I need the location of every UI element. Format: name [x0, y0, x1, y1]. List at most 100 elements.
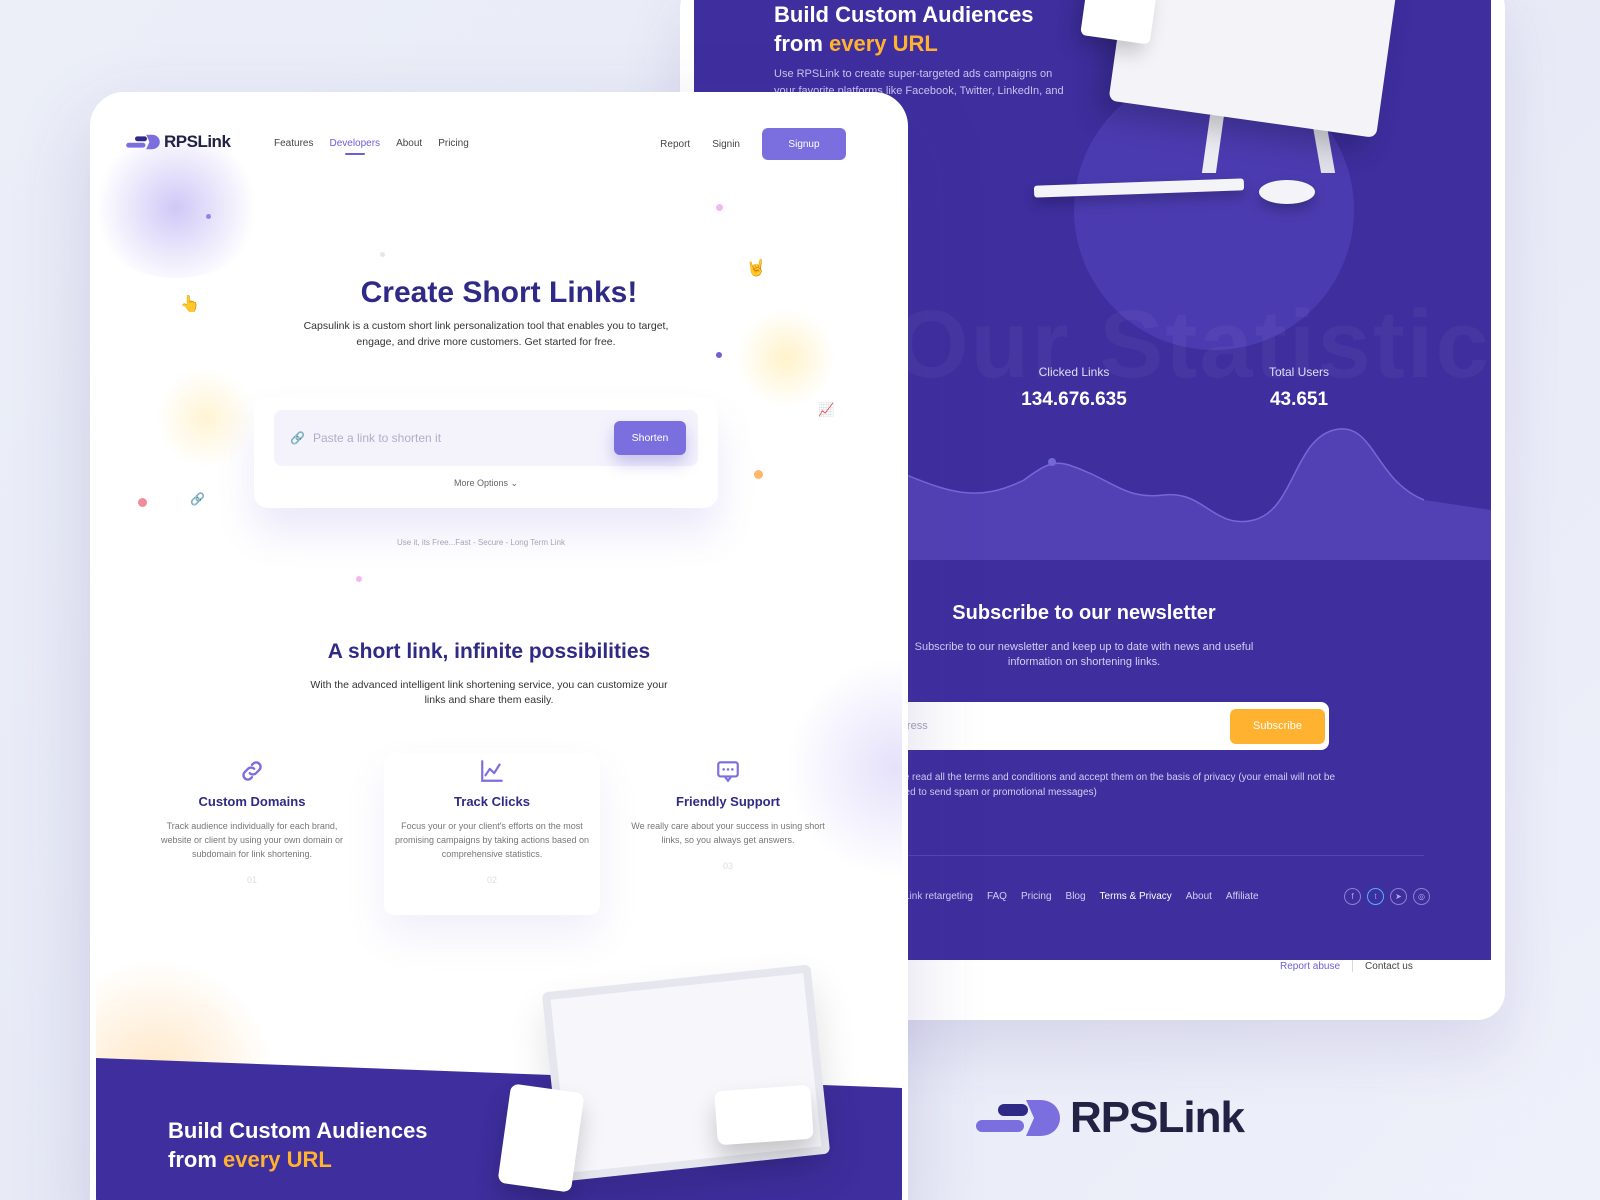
audiences-heading-line2: from every URL — [774, 29, 1074, 58]
subscribe-button[interactable]: Subscribe — [1230, 708, 1325, 744]
brand-logo[interactable]: RPSLink — [126, 132, 231, 152]
rock-hand-icon: 🤘 — [746, 260, 766, 277]
decor-dot — [380, 252, 385, 257]
nav-link-developers[interactable]: Developers — [329, 138, 380, 155]
shorten-button[interactable]: Shorten — [614, 421, 686, 455]
telegram-icon[interactable]: ➤ — [1390, 888, 1407, 905]
device-illustration — [541, 964, 831, 1182]
landing-page: 👆 🤘 📈 🔗 RPSLink Features Developers Abou… — [96, 98, 902, 1200]
shorten-footnote: Use it, its Free...Fast - Secure - Long … — [397, 538, 565, 547]
nav-link-about[interactable]: About — [396, 138, 422, 155]
feature-description: Focus your or your client's efforts on t… — [394, 821, 590, 859]
stat-label: Clicked Links — [1038, 365, 1110, 379]
audiences-heading-line1: Build Custom Audiences — [168, 1118, 428, 1143]
newsletter-title: Subscribe to our newsletter — [952, 602, 1216, 624]
feature-track-clicks: Track Clicks Focus your or your client's… — [392, 758, 592, 885]
chart-icon — [392, 758, 592, 784]
signin-link[interactable]: Signin — [712, 139, 740, 150]
audiences-heading-prefix: from — [168, 1147, 223, 1172]
contact-us-link[interactable]: Contact us — [1365, 961, 1413, 972]
section-title: A short link, infinite possibilities — [327, 640, 651, 663]
audiences-heading-accent: every URL — [223, 1147, 332, 1172]
mouse-illustration — [1259, 180, 1315, 204]
instagram-icon[interactable]: ◎ — [1413, 888, 1430, 905]
decor-glow — [156, 368, 256, 468]
chart-up-icon: 📈 — [818, 402, 835, 417]
audiences-heading-prefix: from — [774, 31, 829, 56]
floating-card-illustration — [714, 1084, 814, 1146]
feature-number: 02 — [486, 875, 497, 885]
floating-card-illustration — [1080, 0, 1158, 45]
brand-name: RPSLink — [164, 132, 231, 151]
footer-link-blog[interactable]: Blog — [1066, 891, 1086, 902]
feature-title: Friendly Support — [676, 794, 780, 809]
feature-number: 03 — [722, 861, 733, 871]
audiences-heading-line1: Build Custom Audiences — [774, 2, 1034, 27]
chart-point — [1048, 458, 1056, 466]
nav-actions: Report Signin Signup — [660, 128, 846, 160]
newsletter-form: Subscribe — [844, 702, 1329, 750]
decor-glow — [736, 308, 836, 408]
hero-title: Create Short Links! — [360, 276, 638, 309]
facebook-icon[interactable]: f — [1344, 888, 1361, 905]
decor-dot — [716, 204, 723, 211]
stat-value: 43.651 — [1269, 389, 1329, 410]
signup-button[interactable]: Signup — [762, 128, 846, 160]
shorten-field: 🔗 Shorten — [274, 410, 698, 466]
landing-page-panel: 👆 🤘 📈 🔗 RPSLink Features Developers Abou… — [90, 92, 908, 1200]
footer-link-affiliate[interactable]: Affiliate — [1226, 891, 1259, 902]
statistics-watermark: Our Statistics — [894, 290, 1491, 400]
decor-dot — [356, 576, 362, 582]
decor-dot — [206, 214, 211, 219]
hero-description: Capsulink is a custom short link persona… — [303, 320, 669, 348]
footer-link-about[interactable]: About — [1186, 891, 1212, 902]
footer-link-pricing[interactable]: Pricing — [1021, 891, 1052, 902]
decor-dot — [754, 470, 763, 479]
twitter-icon[interactable]: t — [1367, 888, 1384, 905]
report-link[interactable]: Report — [660, 139, 690, 150]
link-icon: 🔗 — [290, 431, 305, 445]
audiences-heading-accent: every URL — [829, 31, 938, 56]
stat-clicked-links: Clicked Links 134.676.635 — [994, 365, 1154, 411]
rpslink-logo-icon — [976, 1100, 1060, 1136]
nav-link-features[interactable]: Features — [274, 138, 313, 155]
footer-nav: Link retargeting FAQ Pricing Blog Terms … — [904, 891, 1259, 902]
section-description: With the advanced intelligent link short… — [310, 679, 668, 706]
feature-description: Track audience individually for each bra… — [160, 821, 344, 859]
footer-divider — [894, 855, 1424, 856]
nav-links: Features Developers About Pricing — [274, 138, 469, 155]
footer-link-link-retargeting[interactable]: Link retargeting — [904, 891, 973, 902]
audiences-heading-line2: from every URL — [168, 1145, 468, 1174]
shorten-link-card: 🔗 Shorten More Options ⌄ — [254, 398, 718, 508]
newsletter-description: Subscribe to our newsletter and keep up … — [914, 641, 1254, 668]
footer-link-faq[interactable]: FAQ — [987, 891, 1007, 902]
top-nav: RPSLink Features Developers About Pricin… — [126, 128, 846, 164]
decor-dot — [138, 498, 147, 507]
more-options-toggle[interactable]: More Options ⌄ — [254, 478, 718, 489]
chat-icon — [628, 758, 828, 784]
link-separator — [1352, 960, 1354, 972]
brand-logo-large: RPSLink — [976, 1093, 1245, 1143]
shorten-url-input[interactable] — [312, 431, 614, 445]
newsletter-terms: I've read all the terms and conditions a… — [894, 772, 1336, 798]
feature-title: Custom Domains — [198, 794, 306, 809]
rpslink-logo-icon — [126, 134, 160, 150]
footer-link-terms-privacy[interactable]: Terms & Privacy — [1100, 891, 1172, 902]
report-abuse-link[interactable]: Report abuse — [1280, 961, 1340, 972]
feature-custom-domains: Custom Domains Track audience individual… — [152, 758, 352, 885]
nav-link-pricing[interactable]: Pricing — [438, 138, 469, 155]
brand-name: RPSLink — [1070, 1093, 1245, 1142]
stat-value: 134.676.635 — [1021, 389, 1127, 410]
social-links: f t ➤ ◎ — [1344, 888, 1430, 905]
floating-card-illustration — [497, 1083, 585, 1193]
audiences-heading: Build Custom Audiences from every URL — [774, 0, 1074, 58]
audiences-heading: Build Custom Audiences from every URL — [168, 1116, 468, 1174]
feature-number: 01 — [246, 875, 257, 885]
decor-dot — [716, 352, 722, 358]
stat-total-users: Total Users 43.651 — [1239, 365, 1359, 411]
stat-label: Total Users — [1268, 365, 1330, 379]
feature-friendly-support: Friendly Support We really care about yo… — [628, 758, 828, 871]
link-icon: 🔗 — [190, 492, 205, 506]
feature-description: We really care about your success in usi… — [631, 821, 825, 845]
link-icon — [152, 758, 352, 784]
